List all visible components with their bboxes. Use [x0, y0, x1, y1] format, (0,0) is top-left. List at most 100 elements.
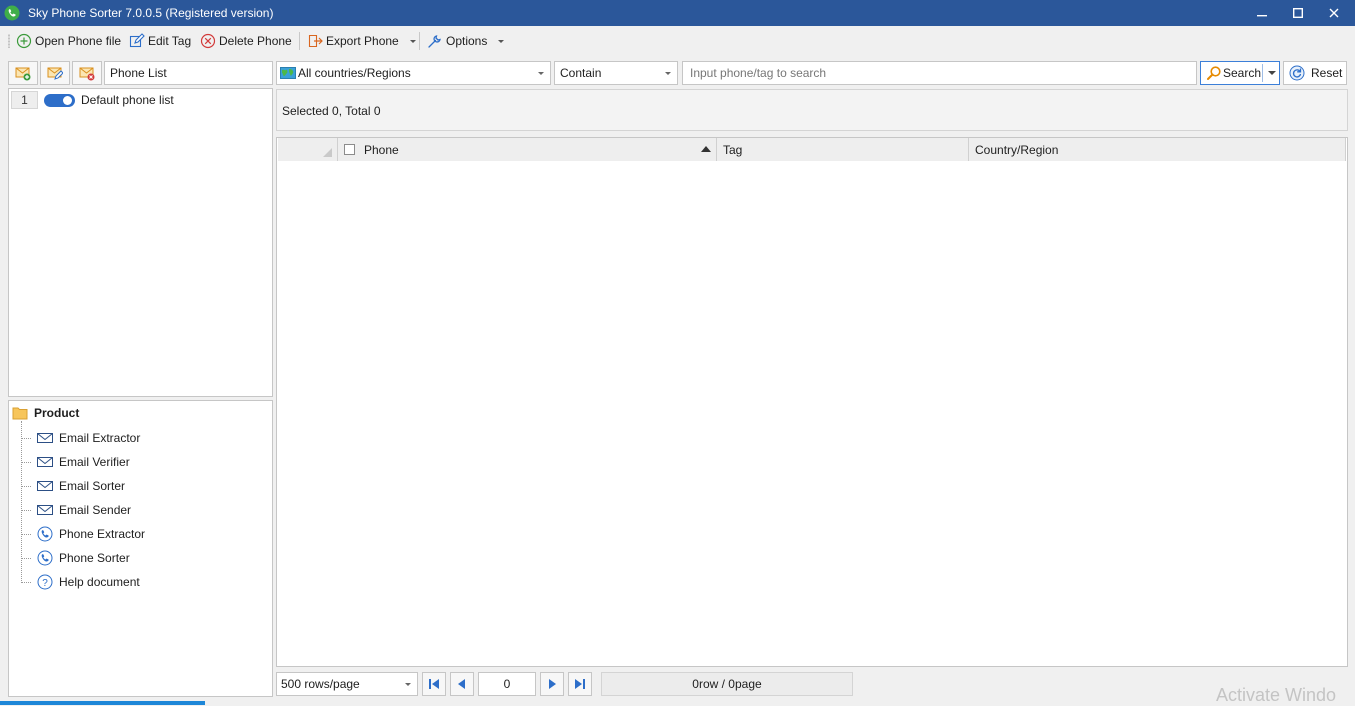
title-bar: Sky Phone Sorter 7.0.0.5 (Registered ver… — [0, 0, 1355, 26]
status-panel: Selected 0, Total 0 — [276, 89, 1348, 131]
country-select[interactable]: All countries/Regions — [276, 61, 551, 85]
previous-page-button[interactable] — [450, 672, 474, 696]
column-header-phone[interactable]: Phone — [338, 138, 717, 161]
tree-item-label: Email Verifier — [59, 455, 130, 469]
app-phone-icon — [4, 5, 20, 21]
tree-connector — [21, 509, 31, 511]
tree-connector — [21, 557, 31, 559]
close-button[interactable] — [1314, 0, 1354, 26]
envelope-icon — [37, 454, 53, 470]
delete-list-icon — [79, 65, 95, 81]
match-mode-select[interactable]: Contain — [554, 61, 678, 85]
window-title: Sky Phone Sorter 7.0.0.5 (Registered ver… — [28, 6, 274, 20]
product-tree-panel: Product Email Extractor Email Verifier E… — [8, 400, 273, 697]
first-page-icon — [426, 676, 442, 692]
edit-list-button[interactable] — [40, 61, 70, 85]
corner-triangle-icon — [323, 148, 332, 157]
search-button-label: Search — [1223, 66, 1262, 80]
search-input-placeholder: Input phone/tag to search — [690, 66, 827, 80]
phone-list-header: Phone List — [104, 61, 273, 85]
search-button[interactable]: Search — [1200, 61, 1280, 85]
export-phone-label: Export Phone — [326, 34, 399, 48]
column-header-tag-label: Tag — [723, 142, 743, 157]
tree-item-email-sorter[interactable]: Email Sorter — [21, 477, 125, 495]
phone-list-header-label: Phone List — [110, 66, 167, 80]
column-header-country[interactable]: Country/Region — [969, 138, 1346, 161]
tree-item-email-extractor[interactable]: Email Extractor — [21, 429, 140, 447]
tree-connector — [21, 485, 31, 487]
select-all-checkbox[interactable] — [344, 144, 355, 155]
next-page-icon — [544, 676, 560, 692]
chevron-down-icon — [409, 39, 416, 43]
tree-connector — [21, 461, 31, 463]
phone-list-panel: 1 Default phone list — [8, 88, 273, 397]
row-header-corner[interactable] — [278, 138, 338, 161]
product-folder[interactable]: Product — [12, 405, 79, 421]
sort-ascending-icon — [701, 146, 711, 152]
envelope-icon — [37, 430, 53, 446]
export-phone-button[interactable]: Export Phone — [307, 31, 416, 51]
page-number-value: 0 — [503, 677, 511, 691]
reset-button[interactable]: Reset — [1283, 61, 1347, 85]
toolbar-grip[interactable] — [8, 34, 10, 48]
chevron-down-icon — [1268, 71, 1276, 75]
tree-item-email-sender[interactable]: Email Sender — [21, 501, 131, 519]
delete-list-button[interactable] — [72, 61, 102, 85]
tree-item-help-document[interactable]: ? Help document — [21, 573, 140, 591]
edit-list-icon — [47, 65, 63, 81]
last-page-icon — [572, 676, 588, 692]
tree-item-label: Phone Sorter — [59, 551, 130, 565]
add-list-icon — [15, 65, 31, 81]
open-phone-file-button[interactable]: Open Phone file — [16, 31, 121, 51]
next-page-button[interactable] — [540, 672, 564, 696]
previous-page-icon — [454, 676, 470, 692]
country-select-value: All countries/Regions — [298, 66, 411, 80]
help-icon: ? — [37, 574, 53, 590]
activate-windows-watermark: Activate Windo — [1216, 685, 1337, 705]
tree-item-label: Help document — [59, 575, 140, 589]
edit-icon — [129, 33, 145, 49]
page-number-input[interactable]: 0 — [478, 672, 536, 696]
product-folder-label: Product — [34, 406, 80, 420]
phone-icon — [37, 526, 53, 542]
progress-strip — [0, 701, 205, 705]
list-index: 1 — [11, 91, 38, 109]
toggle-knob — [63, 96, 72, 105]
rows-per-page-value: 500 rows/page — [281, 677, 360, 691]
tree-item-label: Email Sorter — [59, 479, 126, 493]
last-page-button[interactable] — [568, 672, 592, 696]
options-button[interactable]: Options — [427, 31, 505, 51]
maximize-button[interactable] — [1278, 0, 1318, 26]
list-enabled-toggle[interactable] — [44, 94, 75, 107]
search-input[interactable]: Input phone/tag to search — [682, 61, 1197, 85]
rows-per-page-select[interactable]: 500 rows/page — [276, 672, 418, 696]
split-divider — [1262, 64, 1263, 82]
tree-item-email-verifier[interactable]: Email Verifier — [21, 453, 130, 471]
tree-connector — [21, 437, 31, 439]
match-mode-value: Contain — [560, 66, 602, 80]
toolbar: Open Phone file Edit Tag Delete Phone Ex… — [0, 26, 1355, 56]
minimize-button[interactable] — [1242, 0, 1282, 26]
tree-connector — [21, 533, 31, 535]
delete-phone-label: Delete Phone — [219, 34, 292, 48]
search-options-dropdown[interactable] — [1264, 62, 1280, 84]
column-header-country-label: Country/Region — [975, 142, 1059, 157]
phone-icon — [37, 550, 53, 566]
chevron-down-icon — [665, 72, 671, 75]
tree-item-phone-extractor[interactable]: Phone Extractor — [21, 525, 145, 543]
delete-phone-button[interactable]: Delete Phone — [200, 31, 292, 51]
chevron-down-icon — [498, 39, 505, 43]
chevron-down-icon — [405, 683, 411, 686]
add-list-button[interactable] — [8, 61, 38, 85]
column-header-tag[interactable]: Tag — [717, 138, 969, 161]
options-label: Options — [446, 34, 488, 48]
first-page-button[interactable] — [422, 672, 446, 696]
toolbar-separator — [299, 32, 300, 50]
edit-tag-button[interactable]: Edit Tag — [129, 31, 191, 51]
export-icon — [307, 33, 323, 49]
tree-item-phone-sorter[interactable]: Phone Sorter — [21, 549, 130, 567]
folder-icon — [12, 405, 28, 421]
phone-list-item[interactable]: Default phone list — [81, 93, 174, 107]
search-icon — [1206, 65, 1222, 81]
wrench-icon — [427, 33, 443, 49]
